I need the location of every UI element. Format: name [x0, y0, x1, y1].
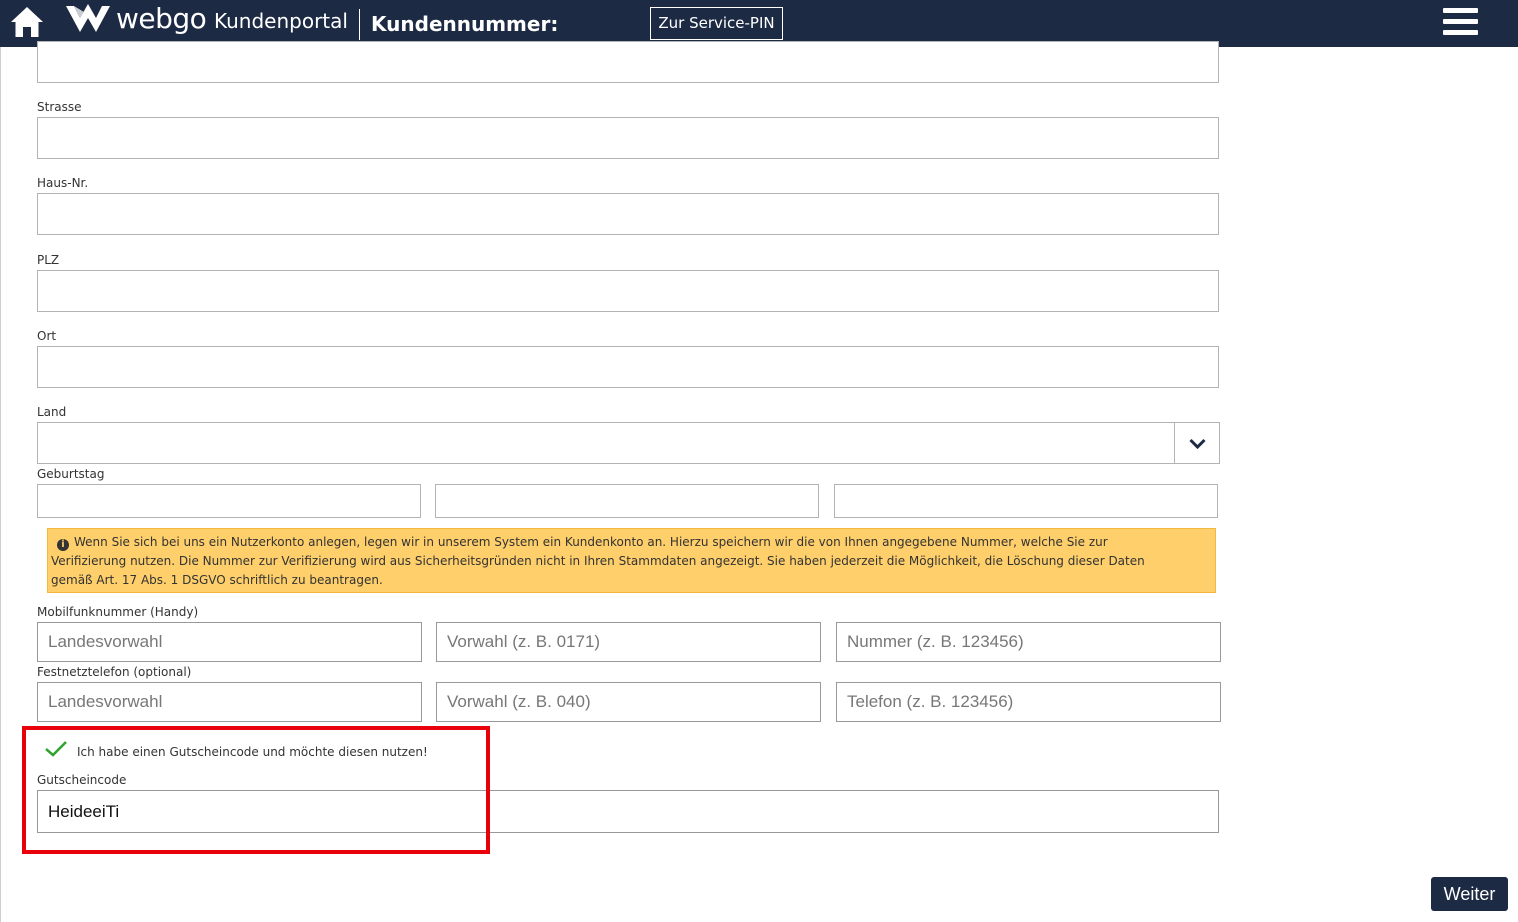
chevron-down-icon [1189, 438, 1206, 450]
birthday-month-input[interactable] [435, 484, 819, 518]
country-dropdown-button[interactable] [1174, 423, 1219, 463]
mobile-label: Mobilfunknummer (Handy) [37, 605, 199, 619]
privacy-notice-text: Wenn Sie sich bei uns ein Nutzerkonto an… [51, 535, 1145, 587]
zip-input[interactable] [37, 270, 1219, 312]
home-icon[interactable] [9, 5, 45, 39]
birthday-year-input[interactable] [834, 484, 1218, 518]
mobile-country-code-input[interactable]: Landesvorwahl [37, 622, 422, 662]
service-pin-button[interactable]: Zur Service-PIN [650, 7, 783, 40]
hamburger-menu-icon[interactable] [1443, 8, 1478, 38]
brand-name: webgo [116, 2, 207, 35]
previous-field-input[interactable] [37, 41, 1219, 83]
country-select[interactable] [37, 422, 1220, 464]
city-label: Ort [37, 329, 57, 343]
house-number-label: Haus-Nr. [37, 176, 89, 190]
top-navigation-bar: webgo Kundenportal Kundennummer: Zur Ser… [0, 0, 1518, 47]
next-button[interactable]: Weiter [1431, 877, 1508, 911]
country-label: Land [37, 405, 67, 419]
house-number-input[interactable] [37, 193, 1219, 235]
highlight-box [22, 726, 490, 854]
brand-subtitle: Kundenportal [214, 9, 348, 33]
street-input[interactable] [37, 117, 1219, 159]
customer-number-label: Kundennummer: [371, 12, 559, 36]
birthday-day-input[interactable] [37, 484, 421, 518]
webgo-logo-icon [66, 4, 110, 32]
landline-area-code-input[interactable]: Vorwahl (z. B. 040) [436, 682, 821, 722]
header-divider [359, 9, 360, 40]
birthday-label: Geburtstag [37, 467, 105, 481]
mobile-area-code-input[interactable]: Vorwahl (z. B. 0171) [436, 622, 821, 662]
registration-form: Strasse Haus-Nr. PLZ Ort Land Geburtstag… [0, 41, 1518, 922]
zip-label: PLZ [37, 253, 60, 267]
city-input[interactable] [37, 346, 1219, 388]
info-icon: i [57, 539, 69, 551]
street-label: Strasse [37, 100, 82, 114]
landline-number-input[interactable]: Telefon (z. B. 123456) [836, 682, 1221, 722]
privacy-notice: i Wenn Sie sich bei uns ein Nutzerkonto a… [47, 528, 1216, 593]
mobile-number-input[interactable]: Nummer (z. B. 123456) [836, 622, 1221, 662]
landline-label: Festnetztelefon (optional) [37, 665, 192, 679]
landline-country-code-input[interactable]: Landesvorwahl [37, 682, 422, 722]
